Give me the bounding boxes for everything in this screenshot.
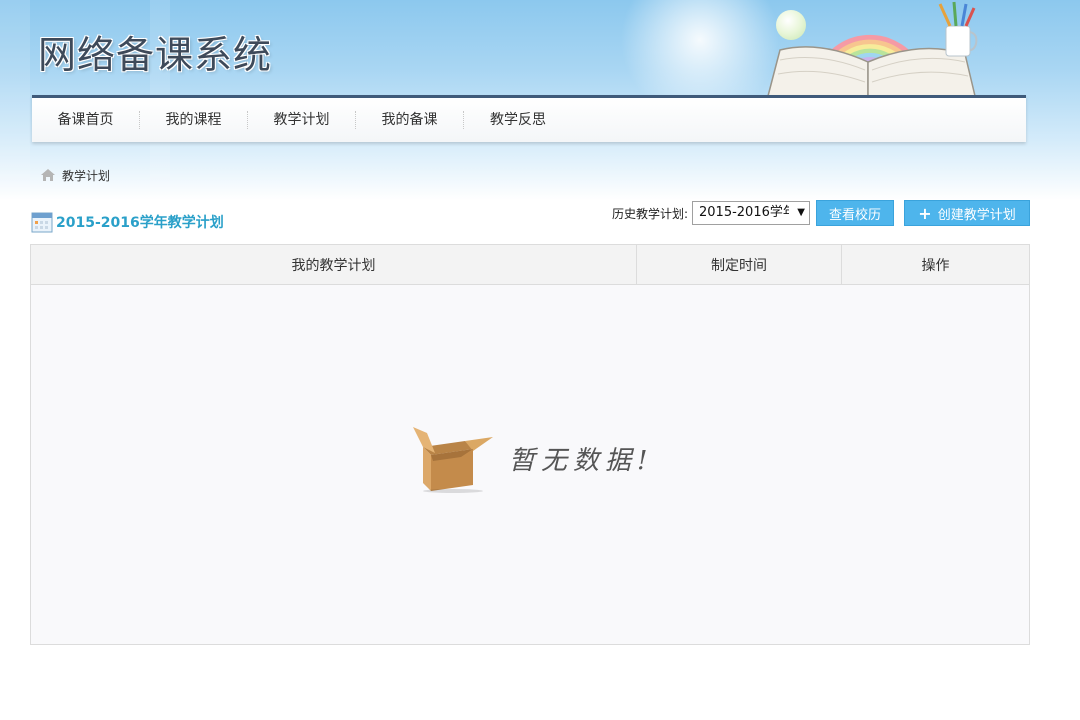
history-plan-selected: 2015-2016学年 [699,205,789,220]
main-nav: 备课首页 我的课程 教学计划 我的备课 教学反思 [32,95,1026,142]
table-header: 我的教学计划 制定时间 操作 [31,245,1029,285]
nav-item-home[interactable]: 备课首页 [32,111,140,129]
breadcrumb: 教学计划 [40,166,110,184]
empty-message: 暂无数据! [509,445,654,476]
nav-item-teaching-plan[interactable]: 教学计划 [248,111,356,129]
teaching-plan-table: 我的教学计划 制定时间 操作 暂无数据! [30,244,1030,645]
plan-title: 2015-2016学年教学计划 [56,215,224,231]
create-teaching-plan-label: 创建教学计划 [937,207,1016,223]
view-school-calendar-label: 查看校历 [828,207,881,223]
calendar-icon [31,212,53,233]
plus-icon: + [918,203,932,223]
empty-box-icon [413,427,493,493]
home-icon[interactable] [40,168,56,182]
view-school-calendar-button[interactable]: 查看校历 [816,200,894,226]
column-header-plan: 我的教学计划 [31,245,637,284]
empty-state: 暂无数据! [411,423,653,493]
nav-item-my-lesson-prep[interactable]: 我的备课 [356,111,464,129]
history-plan-label: 历史教学计划: [611,206,688,221]
plan-toolbar: 历史教学计划: 2015-2016学年 ▼ 查看校历 + 创建教学计划 [612,200,1030,226]
breadcrumb-current: 教学计划 [62,168,111,183]
create-teaching-plan-button[interactable]: + 创建教学计划 [904,200,1030,226]
nav-item-my-courses[interactable]: 我的课程 [140,111,248,129]
dropdown-arrow-icon: ▼ [797,207,805,218]
nav-item-teaching-reflection[interactable]: 教学反思 [464,111,572,129]
column-header-actions: 操作 [921,257,950,274]
history-plan-select[interactable]: 2015-2016学年 ▼ [692,201,810,225]
site-title: 网络备课系统 [38,33,273,77]
plan-heading: 2015-2016学年教学计划 [31,211,224,233]
banner-tile [0,0,30,200]
column-header-created-time: 制定时间 [637,245,842,284]
rainbow-book-illustration [767,1,978,97]
